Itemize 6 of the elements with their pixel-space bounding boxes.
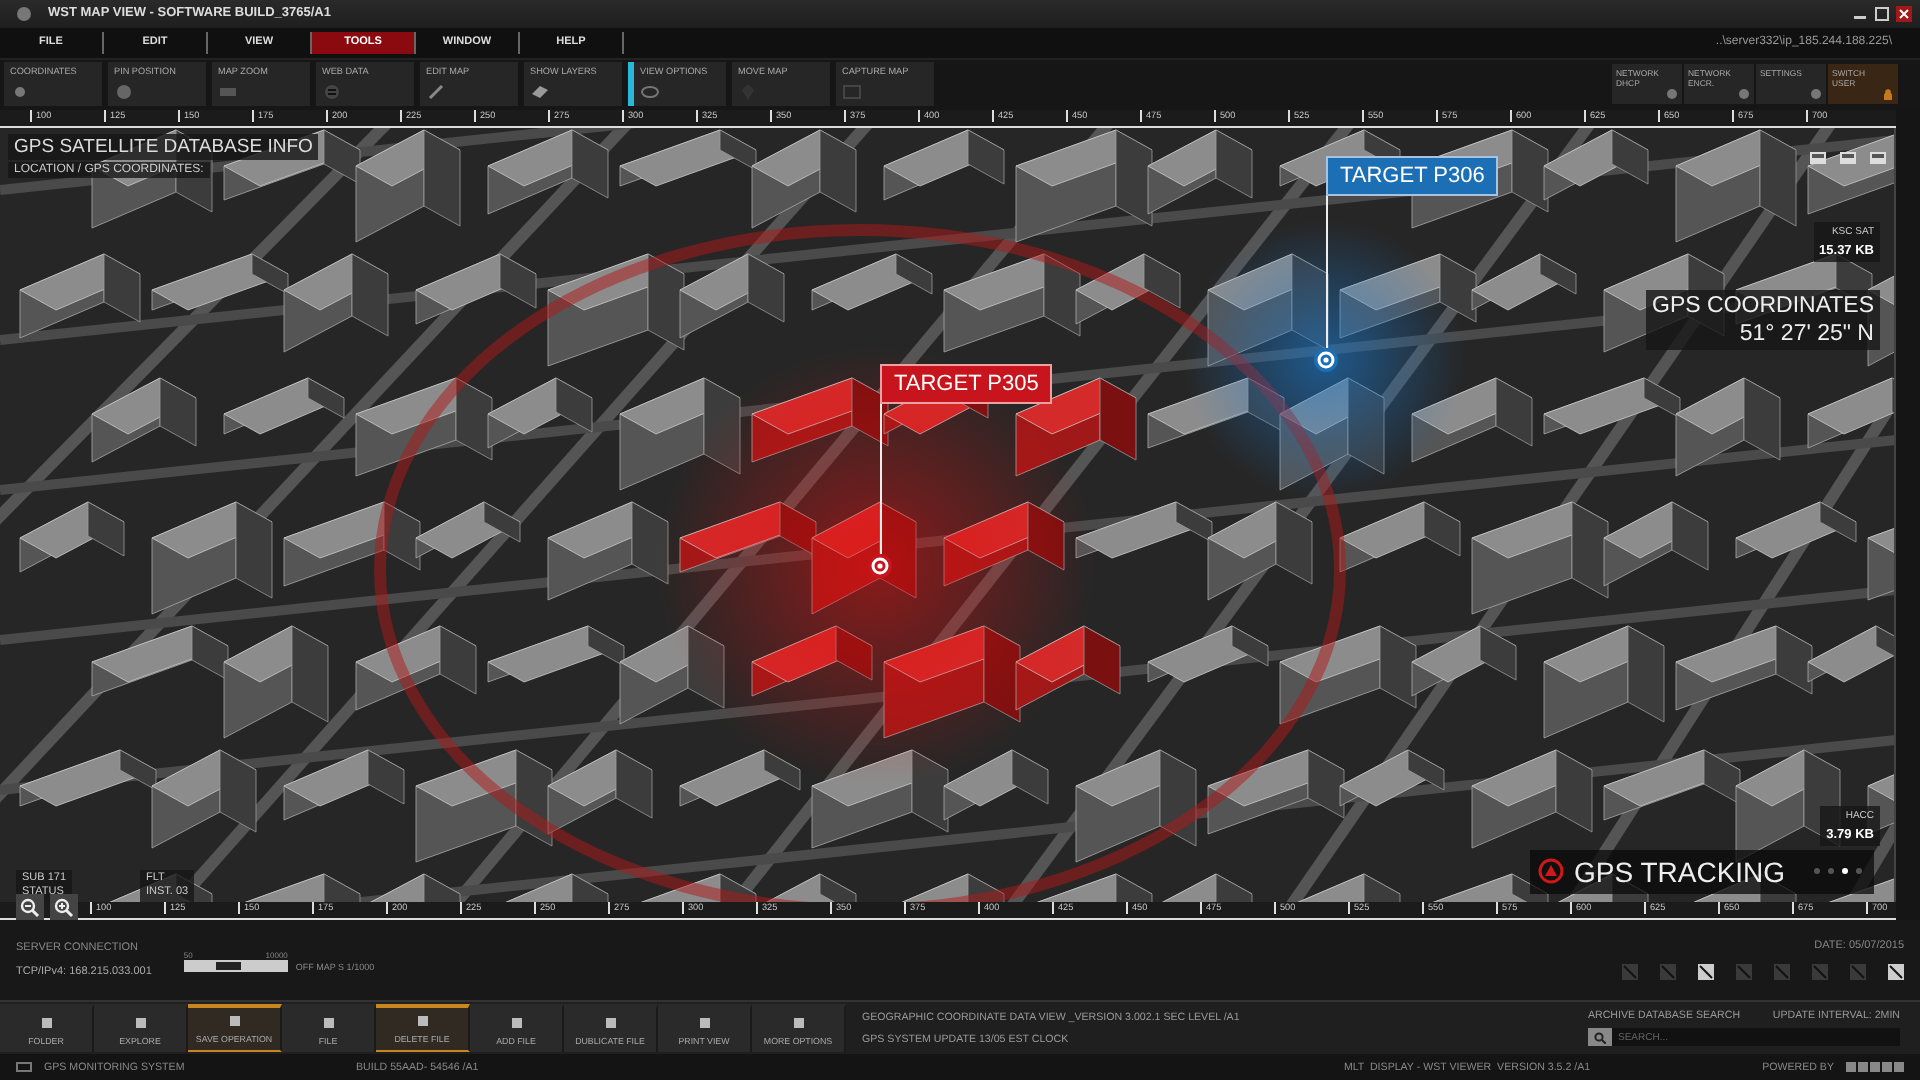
coordinates-label: GPS COORDINATES [1652,291,1874,320]
coordinates-value: 51° 27' 25" N [1737,319,1874,348]
target-label: TARGET P306 [1326,155,1499,196]
target-label: TARGET P305 [880,363,1053,404]
panel-title: GPS SATELLITE DATABASE INFO [8,133,319,160]
tracking-label: GPS TRACKING [1574,855,1786,888]
